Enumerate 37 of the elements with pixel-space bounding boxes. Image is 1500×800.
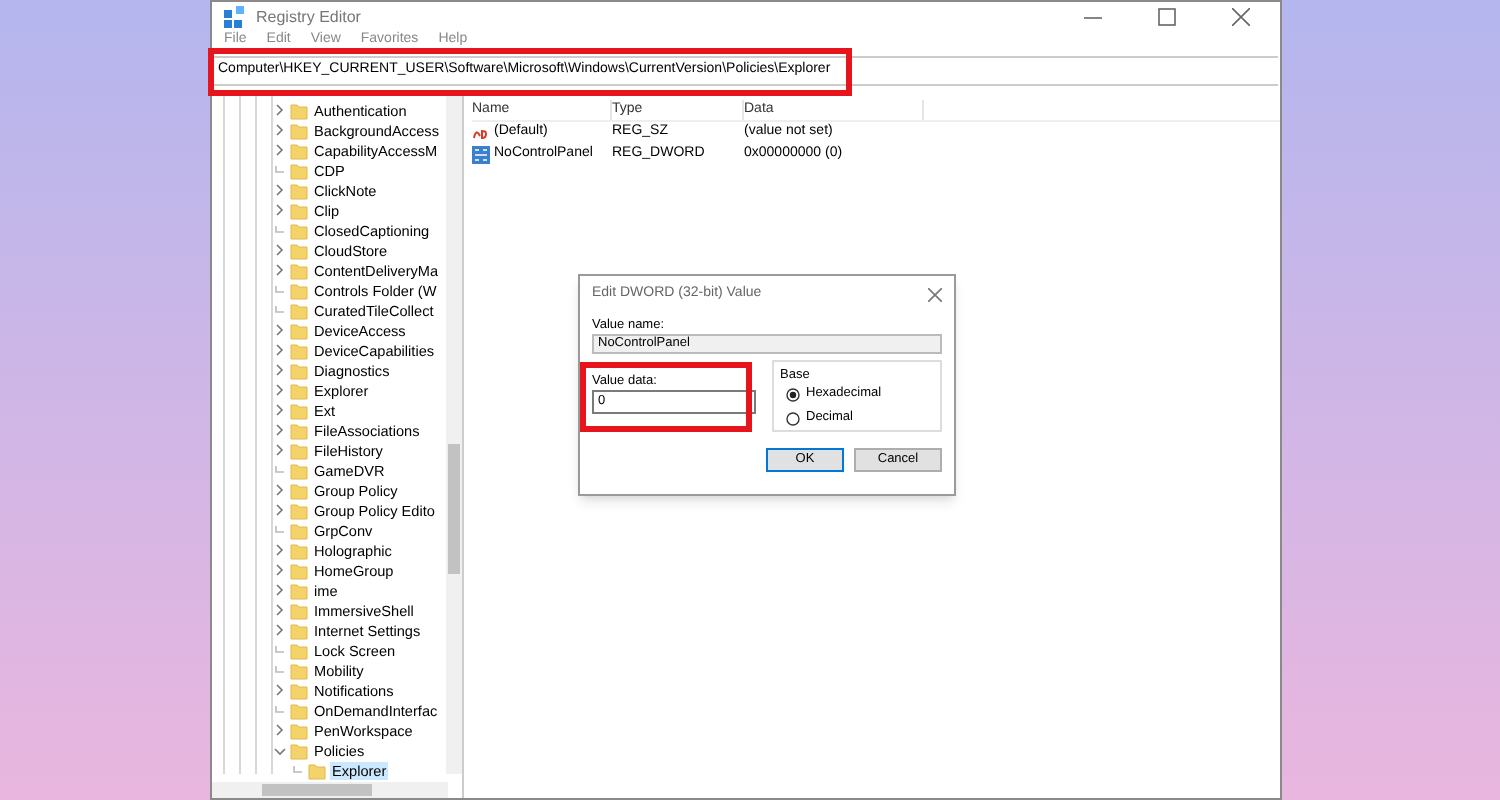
scrollbar-thumb[interactable] [448,444,460,574]
collapse-caret-icon[interactable] [274,344,284,356]
scrollbar-thumb[interactable] [262,784,372,796]
collapse-caret-icon[interactable] [274,684,284,696]
collapse-caret-icon[interactable] [274,624,284,636]
expand-caret-icon[interactable] [273,745,285,755]
maximize-icon[interactable] [1158,8,1176,26]
collapse-caret-icon[interactable] [274,724,284,736]
collapse-caret-icon[interactable] [274,484,284,496]
radio-button[interactable] [786,411,800,425]
collapse-caret-icon[interactable] [274,264,284,276]
close-icon[interactable] [1232,8,1250,26]
collapse-caret-icon[interactable] [274,504,284,516]
collapse-caret-icon[interactable] [274,604,284,616]
vertical-scrollbar[interactable] [446,94,462,774]
collapse-caret-icon[interactable] [274,544,284,556]
collapse-caret-icon[interactable] [274,324,284,336]
close-icon[interactable] [928,287,942,301]
collapse-caret-icon[interactable] [274,124,284,136]
collapse-caret-icon[interactable] [274,424,284,436]
collapse-caret-icon[interactable] [274,104,284,116]
binary-value-icon [472,146,490,164]
collapse-caret-icon[interactable] [274,384,284,396]
collapse-caret-icon[interactable] [274,144,284,156]
horizontal-scrollbar[interactable] [212,782,448,798]
collapse-caret-icon[interactable] [274,184,284,196]
collapse-caret-icon[interactable] [274,244,284,256]
window-title: Registry Editor [256,5,361,29]
collapse-caret-icon[interactable] [274,364,284,376]
collapse-caret-icon[interactable] [274,564,284,576]
collapse-caret-icon[interactable] [274,404,284,416]
radio-button[interactable] [786,387,800,401]
string-value-icon [472,124,490,142]
registry-icon [224,6,246,28]
collapse-caret-icon[interactable] [274,444,284,456]
collapse-caret-icon[interactable] [274,204,284,216]
collapse-caret-icon[interactable] [274,584,284,596]
